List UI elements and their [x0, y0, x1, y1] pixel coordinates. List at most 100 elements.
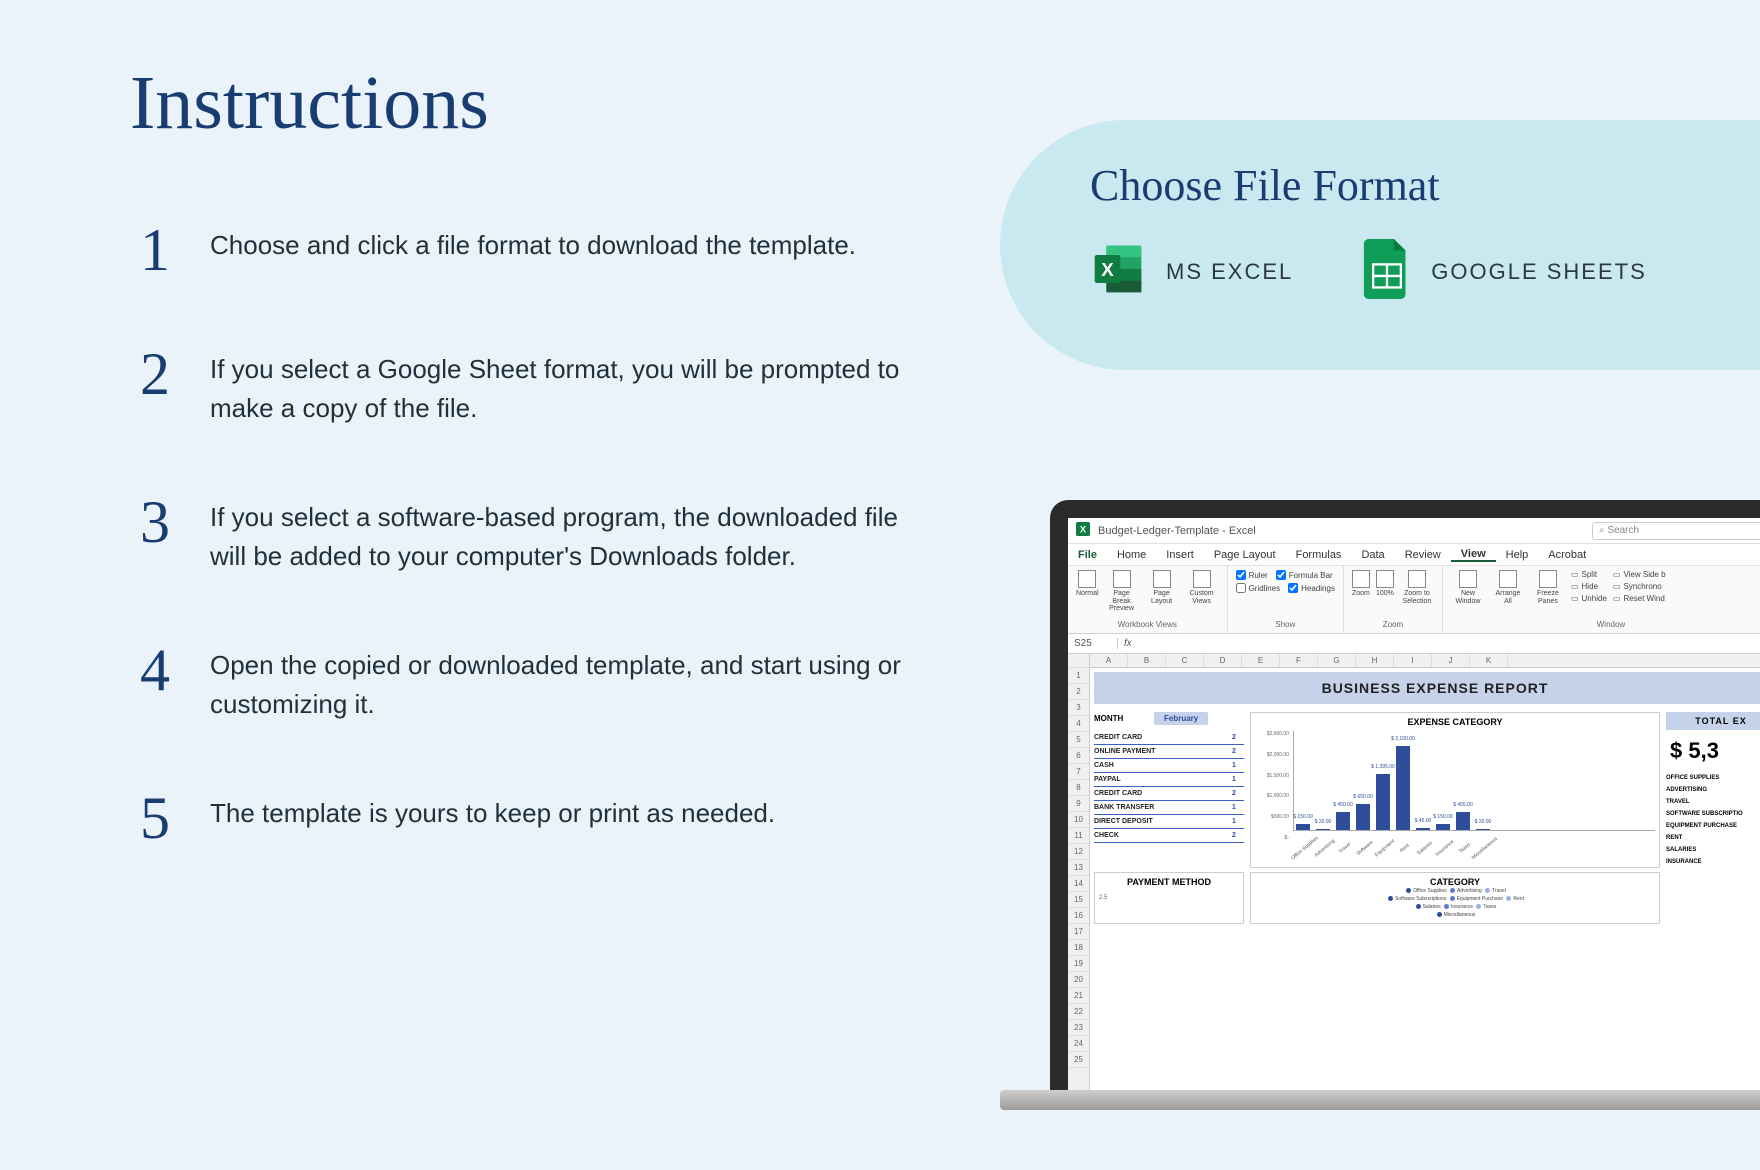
check-headings[interactable]: Headings: [1288, 583, 1335, 593]
ribbon-arrange-all[interactable]: Arrange All: [1491, 570, 1525, 605]
format-options: X MS EXCEL GOOGLE SHEETS: [1090, 239, 1720, 304]
ytick: $1,500.00: [1255, 773, 1289, 779]
menu-acrobat[interactable]: Acrobat: [1538, 549, 1596, 561]
row-header[interactable]: 19: [1068, 956, 1089, 972]
row-header[interactable]: 16: [1068, 908, 1089, 924]
col-header[interactable]: G: [1318, 654, 1356, 667]
bar-salaries: $ 45.00: [1416, 828, 1430, 830]
bar-equipment: $ 1,395.00: [1376, 774, 1390, 830]
row-header[interactable]: 4: [1068, 716, 1089, 732]
menu-page-layout[interactable]: Page Layout: [1204, 549, 1286, 561]
row-header[interactable]: 21: [1068, 988, 1089, 1004]
menu-data[interactable]: Data: [1351, 549, 1394, 561]
dashboard-row-2: PAYMENT METHOD 2.5 CATEGORY Office Suppl…: [1090, 872, 1760, 924]
col-header[interactable]: E: [1242, 654, 1280, 667]
row-header[interactable]: 9: [1068, 796, 1089, 812]
row-header[interactable]: 25: [1068, 1052, 1089, 1068]
row-header[interactable]: 8: [1068, 780, 1089, 796]
row-header[interactable]: 18: [1068, 940, 1089, 956]
row-header[interactable]: 14: [1068, 876, 1089, 892]
ribbon-100-[interactable]: 100%: [1376, 570, 1394, 598]
payment-row: CHECK2: [1094, 829, 1244, 843]
row-header[interactable]: 10: [1068, 812, 1089, 828]
side-category: SOFTWARE SUBSCRIPTIO: [1666, 808, 1760, 820]
laptop-mockup: X Budget-Ledger-Template - Excel ⌕ Searc…: [1000, 470, 1760, 1170]
payment-row: CASH1: [1094, 759, 1244, 773]
row-header[interactable]: 6: [1068, 748, 1089, 764]
ribbon-zoom-to-selection[interactable]: Zoom to Selection: [1400, 570, 1434, 605]
ribbon-split[interactable]: ▭ Split: [1571, 570, 1607, 579]
ms-excel-option[interactable]: X MS EXCEL: [1090, 241, 1293, 302]
row-header[interactable]: 5: [1068, 732, 1089, 748]
check-formula-bar[interactable]: Formula Bar: [1276, 570, 1333, 580]
col-header[interactable]: B: [1128, 654, 1166, 667]
ytick: $1,000.00: [1255, 793, 1289, 799]
ribbon-normal[interactable]: Normal: [1076, 570, 1099, 598]
col-header[interactable]: J: [1432, 654, 1470, 667]
menu-formulas[interactable]: Formulas: [1286, 549, 1352, 561]
menu-file[interactable]: File: [1068, 549, 1107, 561]
row-header[interactable]: 3: [1068, 700, 1089, 716]
col-header[interactable]: F: [1280, 654, 1318, 667]
ribbon-page-break-preview[interactable]: Page Break Preview: [1105, 570, 1139, 613]
row-header[interactable]: 12: [1068, 844, 1089, 860]
ribbon-reset-wind[interactable]: ▭ Reset Wind: [1613, 594, 1666, 603]
col-header[interactable]: I: [1394, 654, 1432, 667]
ribbon-view-side-b[interactable]: ▭ View Side b: [1613, 570, 1666, 579]
side-category: EQUIPMENT PURCHASE: [1666, 820, 1760, 832]
ytick: $2,500.00: [1255, 731, 1289, 737]
row-header[interactable]: 23: [1068, 1020, 1089, 1036]
col-header[interactable]: C: [1166, 654, 1204, 667]
excel-app-icon: X: [1076, 522, 1090, 539]
row-header[interactable]: 7: [1068, 764, 1089, 780]
ribbon-custom-views[interactable]: Custom Views: [1185, 570, 1219, 605]
row-header[interactable]: 1: [1068, 668, 1089, 684]
panel-title: PAYMENT METHOD: [1099, 877, 1239, 887]
steps-list: 1 Choose and click a file format to down…: [140, 220, 920, 912]
menu-insert[interactable]: Insert: [1156, 549, 1204, 561]
ribbon-freeze-panes[interactable]: Freeze Panes: [1531, 570, 1565, 605]
chart-yaxis: $2,500.00$2,000.00$1,500.00$1,000.00$500…: [1255, 731, 1289, 841]
ribbon-page-layout[interactable]: Page Layout: [1145, 570, 1179, 605]
col-header[interactable]: H: [1356, 654, 1394, 667]
bar-rent: $ 2,100.00: [1396, 746, 1410, 830]
excel-titlebar: X Budget-Ledger-Template - Excel ⌕ Searc…: [1068, 518, 1760, 544]
check-ruler[interactable]: Ruler: [1236, 570, 1268, 580]
bar-insurance: $ 150.00: [1436, 824, 1450, 830]
menu-home[interactable]: Home: [1107, 549, 1156, 561]
ribbon-hide[interactable]: ▭ Hide: [1571, 582, 1607, 591]
row-header[interactable]: 24: [1068, 1036, 1089, 1052]
ribbon-synchrono[interactable]: ▭ Synchrono: [1613, 582, 1666, 591]
menu-help[interactable]: Help: [1496, 549, 1539, 561]
payment-row: CREDIT CARD2: [1094, 731, 1244, 745]
row-header[interactable]: 17: [1068, 924, 1089, 940]
payment-row: PAYPAL1: [1094, 773, 1244, 787]
cell-reference[interactable]: S25: [1068, 638, 1118, 649]
ribbon-workbook-views: Normal Page Break PreviewPage LayoutCusto…: [1068, 566, 1228, 633]
ribbon-zoom[interactable]: Zoom: [1352, 570, 1370, 598]
row-header[interactable]: 2: [1068, 684, 1089, 700]
ribbon-zoom: Zoom100%Zoom to Selection Zoom: [1344, 566, 1443, 633]
row-header[interactable]: 20: [1068, 972, 1089, 988]
row-header[interactable]: 22: [1068, 1004, 1089, 1020]
menu-view[interactable]: View: [1451, 548, 1496, 562]
ytick: $2,000.00: [1255, 752, 1289, 758]
excel-search[interactable]: ⌕ Search: [1592, 522, 1760, 540]
row-header[interactable]: 15: [1068, 892, 1089, 908]
row-header[interactable]: 11: [1068, 828, 1089, 844]
check-gridlines[interactable]: Gridlines: [1236, 583, 1281, 593]
step-4: 4 Open the copied or downloaded template…: [140, 640, 920, 724]
chart-tick: 2.5: [1099, 887, 1239, 901]
payment-row: ONLINE PAYMENT2: [1094, 745, 1244, 759]
ribbon-new-window[interactable]: New Window: [1451, 570, 1485, 605]
col-header[interactable]: A: [1090, 654, 1128, 667]
row-header[interactable]: 13: [1068, 860, 1089, 876]
col-header[interactable]: K: [1470, 654, 1508, 667]
laptop-base: [1000, 1090, 1760, 1110]
google-sheets-option[interactable]: GOOGLE SHEETS: [1363, 239, 1647, 304]
col-header[interactable]: D: [1204, 654, 1242, 667]
step-5: 5 The template is yours to keep or print…: [140, 788, 920, 848]
menu-review[interactable]: Review: [1395, 549, 1451, 561]
ribbon-unhide[interactable]: ▭ Unhide: [1571, 594, 1607, 603]
total-label: TOTAL EX: [1666, 712, 1760, 730]
